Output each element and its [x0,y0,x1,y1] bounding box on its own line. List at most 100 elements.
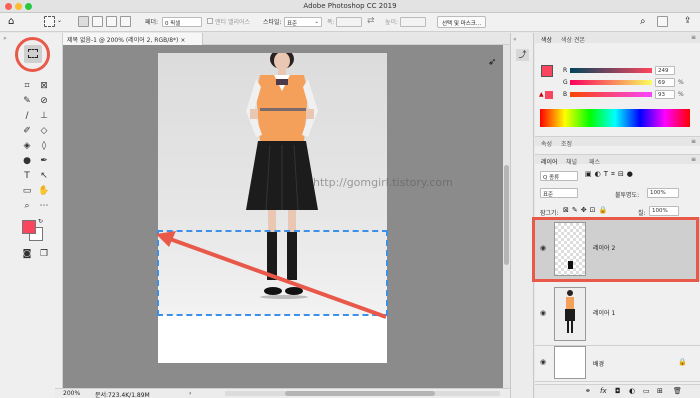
select-and-mask-button[interactable]: 선택 및 마스크... [437,16,487,28]
rectangle-shape-icon[interactable]: ▭ [20,185,34,197]
new-group-icon[interactable]: ▭ [643,387,650,395]
tab-channels[interactable]: 채널 [566,157,577,166]
layer-row[interactable]: ◉ 레이어 1 [535,282,700,346]
tab-properties[interactable]: 속성 [541,139,552,148]
quick-mask-icon[interactable]: ◙ [20,248,34,260]
adjustment-layer-icon[interactable]: ◐ [629,387,635,395]
b-slider[interactable] [570,92,652,97]
history-brush-icon[interactable]: ✐ [20,125,34,137]
workspace-icon[interactable] [657,16,668,27]
tab-color[interactable]: 색상 [541,35,552,44]
style-select[interactable]: 표준 ⌄ [284,17,322,27]
rectangular-marquee-tool[interactable] [24,45,42,63]
marquee-icon [28,49,38,58]
more-tools-icon[interactable]: ⋯ [37,200,51,212]
paint-bucket-icon[interactable]: ◈ [20,140,34,152]
layer-filter-select[interactable]: Q 종류 [540,171,578,181]
tab-adjustments[interactable]: 조정 [561,139,572,148]
new-selection-icon[interactable] [78,16,89,27]
vertical-scrollbar[interactable] [503,45,510,388]
width-input[interactable] [336,17,362,27]
opacity-input[interactable]: 100% [647,188,679,198]
tab-swatches[interactable]: 색상 견본 [561,35,585,44]
marquee-preset-icon[interactable] [44,16,55,27]
antialias-label: 앤티 앨리어스 [215,19,251,26]
crop-icon[interactable]: ⌗ [20,80,34,92]
antialias-checkbox[interactable] [207,18,213,24]
swap-dimensions-icon[interactable]: ⇄ [367,16,375,26]
zoom-level[interactable]: 200% [63,390,80,397]
brush-icon[interactable]: ∕ [20,110,34,122]
delete-layer-icon[interactable]: 🗑 [673,387,682,395]
eraser-icon[interactable]: ◇ [37,125,51,137]
expand-panels-icon[interactable]: « [513,36,517,43]
zoom-icon[interactable]: ⌕ [20,200,34,212]
pen-icon[interactable]: ✒ [37,155,51,167]
swap-colors-icon[interactable]: ↻ [38,218,43,225]
feather-input[interactable]: 0 픽셀 [162,17,202,27]
lock-icons[interactable]: ⊠✎✥⊡🔒 [563,206,610,214]
height-input[interactable] [400,17,426,27]
feather-label: 페더: [145,19,159,26]
chevron-down-icon: ⌄ [314,19,319,25]
b-label: B [563,91,568,98]
move-cursor-icon: ➶ [488,57,497,68]
history-panel-icon[interactable]: ⤴ [516,49,529,61]
hand-icon[interactable]: ✋ [37,185,51,197]
visibility-eye-icon[interactable]: ◉ [540,358,548,366]
blur-icon[interactable]: ◊ [37,140,51,152]
clone-stamp-icon[interactable]: ⊥ [37,110,51,122]
blend-mode-select[interactable]: 표준 [540,188,578,198]
status-menu-icon[interactable]: › [189,390,191,397]
document-tab-label: 제목 없음-1 @ 200% (레이어 2, RGB/8*) [67,37,179,44]
collapse-toolbar-icon[interactable]: » [3,35,7,42]
panel-menu-icon[interactable]: ≡ [691,156,696,163]
horizontal-scrollbar[interactable] [225,391,500,396]
panel-menu-icon[interactable]: ≡ [691,138,696,145]
tab-layers[interactable]: 레이어 [541,157,558,166]
color-panel-foreground[interactable] [541,65,553,77]
link-layers-icon[interactable]: ⚭ [585,387,591,395]
subtract-selection-icon[interactable] [106,16,117,27]
color-spectrum-ramp[interactable] [540,109,690,127]
visibility-eye-icon[interactable]: ◉ [540,309,548,317]
document-tab[interactable]: 제목 없음-1 @ 200% (레이어 2, RGB/8*) × [63,33,203,45]
intersect-selection-icon[interactable] [120,16,131,27]
add-selection-icon[interactable] [92,16,103,27]
r-value[interactable]: 249 [655,66,675,75]
g-slider[interactable] [570,80,652,85]
lock-icon: 🔒 [678,358,687,366]
layer-mask-icon[interactable]: ◘ [615,387,621,395]
document-info: 문서:723.4K/1.89M [95,392,150,398]
collapsed-panels-strip: « ⤴ [510,33,534,398]
search-icon[interactable]: ⌕ [640,16,646,27]
healing-brush-icon[interactable]: ⊘ [37,95,51,107]
path-selection-icon[interactable]: ↖ [37,170,51,182]
foreground-color-swatch[interactable] [22,220,36,234]
layer-style-icon[interactable]: fx [600,387,607,395]
chevron-down-icon[interactable]: ⌄ [57,17,62,24]
layer-filter-icons[interactable]: ▣◐T⌗⊟● [585,170,636,179]
vertical-scroll-thumb[interactable] [504,165,509,265]
horizontal-scroll-thumb[interactable] [285,391,435,396]
b-value[interactable]: 93 [655,90,675,99]
gamut-color-swatch[interactable] [545,91,553,99]
g-value[interactable]: 69 [655,78,675,87]
tab-paths[interactable]: 패스 [589,157,600,166]
window-title: Adobe Photoshop CC 2019 [303,2,397,10]
dodge-icon[interactable]: ● [20,155,34,167]
new-layer-icon[interactable]: ⊞ [657,387,663,395]
eyedropper-icon[interactable]: ✎ [20,95,34,107]
options-bar: ⌂ ⌄ 페더: 0 픽셀 앤티 앨리어스 스타일: 표준 ⌄ 폭: ⇄ 높이: 선… [0,13,700,32]
home-icon[interactable]: ⌂ [8,16,14,28]
screen-mode-icon[interactable]: ❐ [37,248,51,260]
frame-icon[interactable]: ⊠ [37,80,51,92]
layer-row[interactable]: ◉ 배경 🔒 [535,346,700,382]
panel-menu-icon[interactable]: ≡ [691,34,696,41]
close-tab-icon[interactable]: × [180,37,185,44]
fill-input[interactable]: 100% [649,206,679,216]
share-icon[interactable]: ⇪ [684,16,692,26]
type-icon[interactable]: T [20,170,34,182]
layer-thumbnail [554,346,586,379]
r-slider[interactable] [570,68,652,73]
